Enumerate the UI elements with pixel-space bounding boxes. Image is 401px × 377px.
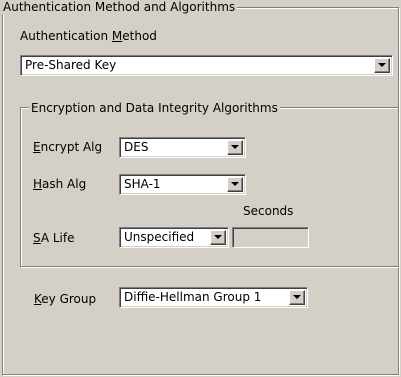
- sa-life-value: Unspecified: [124, 230, 195, 244]
- key-group-value: Diffie-Hellman Group 1: [124, 290, 262, 304]
- hash-alg-value: SHA-1: [124, 177, 161, 191]
- encrypt-alg-value: DES: [124, 140, 149, 154]
- auth-method-value: Pre-Shared Key: [25, 58, 117, 72]
- auth-method-dropdown-button[interactable]: [374, 58, 390, 73]
- sa-life-select[interactable]: Unspecified: [119, 227, 229, 248]
- hash-alg-label: Hash Alg: [33, 177, 87, 191]
- encrypt-alg-dropdown-button[interactable]: [227, 140, 243, 155]
- key-group-dropdown-button[interactable]: [289, 290, 305, 305]
- chevron-down-icon: [214, 235, 222, 239]
- chevron-down-icon: [293, 295, 301, 299]
- auth-method-select[interactable]: Pre-Shared Key: [20, 55, 393, 76]
- encrypt-alg-select[interactable]: DES: [119, 137, 246, 158]
- seconds-label: Seconds: [243, 204, 294, 218]
- key-group-label: Key Group: [34, 292, 97, 306]
- hash-alg-select[interactable]: SHA-1: [119, 174, 246, 195]
- auth-method-label: Authentication Method: [20, 29, 157, 43]
- sa-life-label: SA Life: [33, 231, 75, 245]
- hash-alg-dropdown-button[interactable]: [227, 177, 243, 192]
- encryption-integrity-group-title: Encryption and Data Integrity Algorithms: [29, 101, 280, 115]
- chevron-down-icon: [231, 182, 239, 186]
- chevron-down-icon: [231, 145, 239, 149]
- chevron-down-icon: [378, 63, 386, 67]
- key-group-select[interactable]: Diffie-Hellman Group 1: [119, 287, 308, 308]
- auth-algorithms-group-title: Authentication Method and Algorithms: [1, 0, 238, 14]
- sa-life-dropdown-button[interactable]: [210, 230, 226, 245]
- encrypt-alg-label: Encrypt Alg: [33, 140, 103, 154]
- sa-life-seconds-input: [232, 227, 309, 248]
